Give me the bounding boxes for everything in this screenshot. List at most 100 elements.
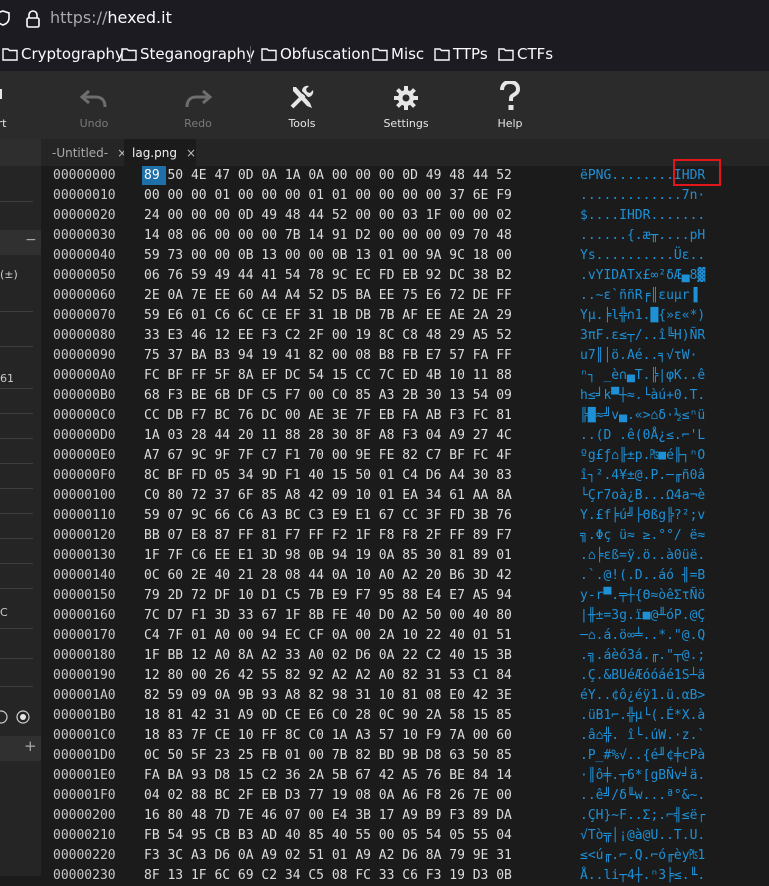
row-bytes[interactable]: 59 73 00 00 0B 13 00 00 0B 13 01 00 9A 9… [144, 248, 512, 263]
row-ascii[interactable]: |╫±=3g.ï■@╨óP.@Ç [580, 608, 705, 623]
row-bytes[interactable]: 2E 0A 7E EE 60 A4 A4 52 D5 BA EE 75 E6 7… [144, 288, 512, 303]
row-bytes[interactable]: 00 00 00 01 00 00 00 01 01 00 00 00 00 3… [144, 188, 512, 203]
row-bytes[interactable]: 0C 50 5F 23 25 FB 01 00 7B 82 BD 9B D8 6… [144, 748, 512, 763]
hex-row[interactable]: 00000180 1F BB 12 A0 8A A2 33 A0 02 D6 0A… [41, 646, 769, 666]
hex-row[interactable]: 000001B0 18 81 42 31 A9 0D CE E6 C0 28 0C… [41, 706, 769, 726]
settings-button[interactable]: Settings [381, 71, 431, 139]
hex-row[interactable]: 00000230 8F 13 1F 6C 69 C2 34 C5 08 FC 33… [41, 866, 769, 886]
bookmark-steganography[interactable]: Steganography [121, 45, 255, 63]
row-ascii[interactable]: .............7n· [580, 188, 705, 203]
hex-row[interactable]: 00000200 16 80 48 7D 7E 46 07 00 E4 3B 17… [41, 806, 769, 826]
row-bytes[interactable]: 24 00 00 00 0D 49 48 44 52 00 00 03 1F 0… [144, 208, 512, 223]
row-ascii[interactable]: .╗.áèó3á.╓."┬@.; [580, 648, 705, 663]
row-bytes[interactable]: F3 3C A3 D6 0A A9 02 51 01 A9 A2 D6 8A 7… [144, 848, 512, 863]
hex-row[interactable]: 000000B0 68 F3 BE 6B DF C5 F7 00 C0 85 A3… [41, 386, 769, 406]
row-bytes[interactable]: FA BA 93 D8 15 C2 36 2A 5B 67 42 A5 76 B… [144, 768, 512, 783]
hex-row[interactable]: 00000190 12 80 00 26 42 55 82 92 A2 A2 A0… [41, 666, 769, 686]
row-ascii[interactable]: ─⌂.á.ö∞╧..*."@.Q [580, 628, 705, 643]
selected-byte[interactable]: 89 [144, 168, 160, 183]
close-icon[interactable]: × [186, 146, 196, 160]
row-bytes[interactable]: 1A 03 28 44 20 11 88 28 30 8F A8 F3 04 A… [144, 428, 512, 443]
row-bytes[interactable]: 1F 7F C6 EE E1 3D 98 0B 94 19 0A 85 30 8… [144, 548, 512, 563]
undo-button[interactable]: Undo [74, 71, 114, 139]
row-ascii[interactable]: √Tò╦│¡@à@U..T.U. [580, 828, 705, 843]
hex-row[interactable]: 00000030 14 08 06 00 00 00 7B 14 91 D2 00… [41, 226, 769, 246]
row-bytes[interactable]: A7 67 9C 9F 7F C7 F1 70 00 9E FE 82 C7 B… [144, 448, 512, 463]
row-ascii[interactable]: ......{.æ╥....pH [580, 228, 705, 243]
row-bytes[interactable]: 18 81 42 31 A9 0D CE E6 C0 28 0C 90 2A 5… [144, 708, 512, 723]
row-ascii[interactable]: ..~ε`ññR╒║εuµr▐ [580, 288, 705, 303]
add-plus-icon[interactable]: + [24, 737, 37, 755]
hex-row[interactable]: 000001D0 0C 50 5F 23 25 FB 01 00 7B 82 BD… [41, 746, 769, 766]
hex-row[interactable]: 00000150 79 2D 72 DF 10 D1 C5 7B E9 F7 95… [41, 586, 769, 606]
hex-row[interactable]: 00000100 C0 80 72 37 6F 85 A8 42 09 10 01… [41, 486, 769, 506]
row-bytes[interactable]: 7C D7 F1 3D 33 67 1F 8B FE 40 D0 A2 50 0… [144, 608, 512, 623]
row-ascii[interactable]: ≤<ú╓.⌐.Q.⌐ó╓èy₧1 [580, 848, 705, 863]
row-bytes[interactable]: 82 59 09 0A 9B 93 A8 82 98 31 10 81 08 E… [144, 688, 512, 703]
row-ascii[interactable]: ºg£ƒ⌂╟±p.₧■é╟┐ⁿO [580, 448, 705, 463]
row-ascii[interactable]: $....IHDR....... [580, 208, 705, 223]
url-text[interactable]: https://hexed.it [50, 8, 172, 27]
row-bytes[interactable]: 79 2D 72 DF 10 D1 C5 7B E9 F7 95 88 E4 E… [144, 588, 512, 603]
tab-untitled[interactable]: -Untitled- × [52, 139, 127, 166]
row-bytes[interactable]: 8C BF FD 05 34 9D F1 40 15 50 01 C4 D6 A… [144, 468, 512, 483]
row-bytes[interactable]: C4 7F 01 A0 00 94 EC CF 0A 00 2A 10 22 4… [144, 628, 512, 643]
hex-row[interactable]: 000000F0 8C BF FD 05 34 9D F1 40 15 50 01… [41, 466, 769, 486]
row-bytes[interactable]: 12 80 00 26 42 55 82 92 A2 A2 A0 82 31 5… [144, 668, 512, 683]
row-ascii[interactable]: ╗.Φç ü≈ ≥.°°/ ë≈ [580, 528, 705, 543]
hex-row[interactable]: 00000210 FB 54 95 CB B3 AD 40 85 40 55 00… [41, 826, 769, 846]
row-ascii[interactable]: .vYIDATx£∞²δÆ▄8▓ [580, 268, 705, 283]
row-ascii[interactable]: 3πF.ε≤┬/..î╚H)ÑR [580, 328, 705, 343]
hex-row[interactable]: 000000C0 CC DB F7 BC 76 DC 00 AE 3E 7F EB… [41, 406, 769, 426]
browser-url-bar[interactable]: https://hexed.it [0, 0, 769, 38]
bookmark-ttps[interactable]: TTPs [434, 45, 488, 63]
row-ascii[interactable]: .⌂╞εß=ÿ.ö..à0üë. [580, 548, 705, 563]
row-ascii[interactable]: u7║│ö.Aé..╕√τW· [580, 348, 705, 363]
row-ascii[interactable]: Ys..........Üε.. [580, 248, 705, 263]
hex-row[interactable]: 000000E0 A7 67 9C 9F 7F C7 F1 70 00 9E FE… [41, 446, 769, 466]
row-bytes[interactable]: 06 76 59 49 44 41 54 78 9C EC FD EB 92 D… [144, 268, 512, 283]
hex-row[interactable]: 00000080 33 E3 46 12 EE F3 C2 2F 00 19 8C… [41, 326, 769, 346]
row-bytes[interactable]: 1F BB 12 A0 8A A2 33 A0 02 D6 0A 22 C2 4… [144, 648, 512, 663]
hex-row[interactable]: 000001A0 82 59 09 0A 9B 93 A8 82 98 31 10… [41, 686, 769, 706]
row-bytes[interactable]: 0C 60 2E 40 21 28 08 44 0A 10 A0 A2 20 B… [144, 568, 512, 583]
hex-row[interactable]: 00000010 00 00 00 01 00 00 00 01 01 00 00… [41, 186, 769, 206]
radio-unselected[interactable] [0, 710, 8, 724]
hex-row[interactable]: 00000090 75 37 BA B3 94 19 41 82 00 08 B8… [41, 346, 769, 366]
bookmark-misc[interactable]: Misc [372, 45, 424, 63]
row-ascii[interactable]: î┐².4¥±@.P.─╓ñ0â [580, 468, 705, 483]
row-bytes[interactable]: FC BF FF 5F 8A EF DC 54 15 CC 7C ED 4B 1… [144, 368, 512, 383]
row-ascii[interactable]: ..(D .ê(0Å¿≤.⌐'L [580, 428, 705, 443]
bookmark-ctfs[interactable]: CTFs [498, 45, 553, 63]
row-bytes[interactable]: 75 37 BA B3 94 19 41 82 00 08 B8 FB E7 5… [144, 348, 512, 363]
bookmark-cryptography[interactable]: Cryptography [2, 45, 124, 63]
row-bytes[interactable]: CC DB F7 BC 76 DC 00 AE 3E 7F EB FA AB F… [144, 408, 512, 423]
hex-row[interactable]: 000001E0 FA BA 93 D8 15 C2 36 2A 5B 67 42… [41, 766, 769, 786]
lock-icon[interactable] [25, 10, 41, 28]
row-bytes[interactable]: 14 08 06 00 00 00 7B 14 91 D2 00 00 00 0… [144, 228, 512, 243]
hex-row[interactable]: 00000120 BB 07 E8 87 FF 81 F7 FF F2 1F F8… [41, 526, 769, 546]
row-bytes[interactable]: 68 F3 BE 6B DF C5 F7 00 C0 85 A3 2B 30 1… [144, 388, 512, 403]
row-ascii[interactable]: ⁿ┐ _è∩▄T.╠|φK..ê [580, 368, 705, 383]
row-ascii[interactable]: Y.£f╞ú╝├Θßg╠?²;v [580, 508, 705, 523]
hex-row[interactable]: 00000050 06 76 59 49 44 41 54 78 9C EC FD… [41, 266, 769, 286]
row-bytes[interactable]: 33 E3 46 12 EE F3 C2 2F 00 19 8C C8 48 2… [144, 328, 512, 343]
hex-row[interactable]: 000000D0 1A 03 28 44 20 11 88 28 30 8F A8… [41, 426, 769, 446]
hex-row[interactable]: 00000170 C4 7F 01 A0 00 94 EC CF 0A 00 2A… [41, 626, 769, 646]
hex-row[interactable]: 000001C0 18 83 7F CE 10 FF 8C C0 1A A3 57… [41, 726, 769, 746]
row-bytes[interactable]: C0 80 72 37 6F 85 A8 42 09 10 01 EA 34 6… [144, 488, 512, 503]
row-bytes[interactable]: 16 80 48 7D 7E 46 07 00 E4 3B 17 A9 B9 F… [144, 808, 512, 823]
row-ascii[interactable]: .Ç.&BUéÆóóáé1S┴ä [580, 668, 705, 683]
hex-row[interactable]: 00000130 1F 7F C6 EE E1 3D 98 0B 94 19 0A… [41, 546, 769, 566]
hex-row[interactable]: 00000160 7C D7 F1 3D 33 67 1F 8B FE 40 D0… [41, 606, 769, 626]
bookmark-obfuscation[interactable]: Obfuscation [261, 45, 370, 63]
hex-editor-view[interactable]: 89 00000000 50 4E 47 0D 0A 1A 0A 00 00 00… [41, 159, 769, 883]
row-ascii[interactable]: ëPNG........IHDR [580, 168, 705, 183]
row-ascii[interactable]: Yµ.╞l╬∩1.█{»ε«*) [580, 308, 705, 323]
row-bytes[interactable]: 50 4E 47 0D 0A 1A 0A 00 00 00 0D 49 48 4… [144, 168, 511, 183]
hex-row[interactable]: 00000020 24 00 00 00 0D 49 48 44 52 00 00… [41, 206, 769, 226]
hex-row[interactable]: 00000070 59 E6 01 C6 6C CE EF 31 1B DB 7B… [41, 306, 769, 326]
redo-button[interactable]: Redo [178, 71, 218, 139]
shield-icon[interactable] [0, 10, 10, 26]
row-ascii[interactable]: .P_#%√..{é╜¢╪cPà [580, 748, 705, 763]
